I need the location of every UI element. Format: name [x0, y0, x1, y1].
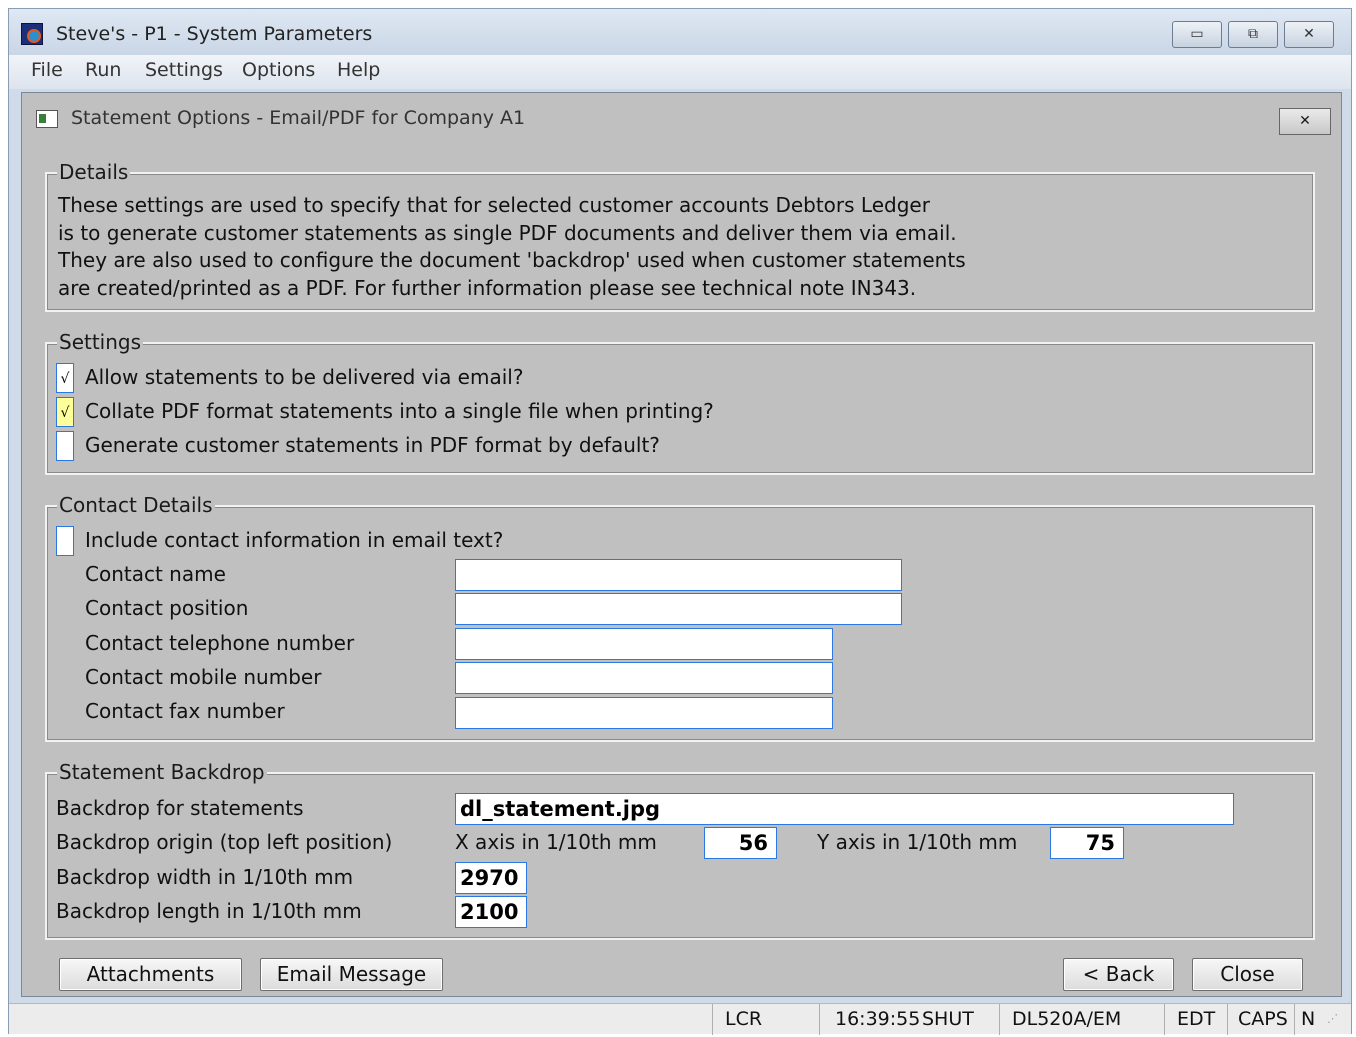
status-divider	[999, 1004, 1000, 1035]
form-icon	[36, 110, 58, 128]
settings-label: Settings	[57, 330, 144, 354]
x-axis-input[interactable]: 56	[704, 827, 777, 859]
include-contact-label: Include contact information in email tex…	[85, 528, 504, 552]
menu-help[interactable]: Help	[337, 59, 380, 81]
backdrop-width-input[interactable]: 2970	[455, 862, 527, 894]
application-window: Steve's - P1 - System Parameters ▭ ⧉ ✕ F…	[8, 8, 1352, 1035]
pdf-default-checkbox[interactable]	[56, 431, 74, 461]
details-line: They are also used to configure the docu…	[58, 248, 966, 272]
settings-group: Settings √ Allow statements to be delive…	[45, 330, 1315, 475]
contact-fax-input[interactable]	[455, 697, 833, 729]
dialog-title-bar: Statement Options - Email/PDF for Compan…	[22, 93, 1341, 143]
status-time: 16:39:55	[835, 1008, 921, 1030]
title-bar: Steve's - P1 - System Parameters ▭ ⧉ ✕	[9, 9, 1351, 55]
email-message-button[interactable]: Email Message	[260, 958, 443, 991]
details-group: Details These settings are used to speci…	[45, 160, 1315, 312]
contact-mobile-label: Contact mobile number	[85, 665, 322, 689]
allow-email-checkbox[interactable]: √	[56, 363, 74, 393]
contact-name-input[interactable]	[455, 559, 902, 591]
resize-grip-icon[interactable]: ⋰	[1327, 1004, 1338, 1035]
contact-fax-label: Contact fax number	[85, 699, 285, 723]
menu-run[interactable]: Run	[85, 59, 121, 81]
status-divider	[819, 1004, 820, 1035]
backdrop-width-label: Backdrop width in 1/10th mm	[56, 865, 354, 889]
details-line: is to generate customer statements as si…	[58, 220, 957, 245]
statement-backdrop-group: Statement Backdrop Backdrop for statemen…	[45, 760, 1315, 940]
pdf-default-label: Generate customer statements in PDF form…	[85, 433, 660, 457]
minimize-button[interactable]: ▭	[1172, 21, 1222, 48]
details-label: Details	[57, 160, 131, 184]
status-lcr: LCR	[725, 1008, 763, 1030]
contact-position-input[interactable]	[455, 593, 902, 625]
details-line: These settings are used to specify that …	[58, 193, 930, 217]
contact-mobile-input[interactable]	[455, 662, 833, 694]
backdrop-origin-label: Backdrop origin (top left position)	[56, 830, 393, 854]
contact-position-label: Contact position	[85, 596, 249, 620]
backdrop-length-input[interactable]: 2100	[455, 896, 527, 928]
app-icon	[21, 23, 43, 45]
status-program: DL520A/EM	[1012, 1008, 1122, 1030]
close-button[interactable]: Close	[1192, 958, 1303, 991]
status-divider	[1227, 1004, 1228, 1035]
backdrop-length-label: Backdrop length in 1/10th mm	[56, 899, 362, 923]
y-axis-input[interactable]: 75	[1050, 827, 1124, 859]
status-divider	[1294, 1004, 1295, 1035]
x-axis-label: X axis in 1/10th mm	[455, 830, 657, 854]
contact-telephone-label: Contact telephone number	[85, 631, 355, 655]
window-close-button[interactable]: ✕	[1284, 21, 1334, 48]
allow-email-label: Allow statements to be delivered via ema…	[85, 365, 524, 389]
contact-details-label: Contact Details	[57, 493, 215, 517]
contact-telephone-input[interactable]	[455, 628, 833, 660]
menu-bar: File Run Settings Options Help	[9, 55, 1351, 89]
menu-options[interactable]: Options	[242, 59, 315, 81]
include-contact-checkbox[interactable]	[56, 526, 74, 556]
window-title: Steve's - P1 - System Parameters	[56, 23, 373, 45]
contact-name-label: Contact name	[85, 562, 226, 586]
attachments-button[interactable]: Attachments	[59, 958, 242, 991]
dialog-title: Statement Options - Email/PDF for Compan…	[71, 107, 526, 129]
status-num: N	[1301, 1008, 1316, 1030]
backdrop-file-label: Backdrop for statements	[56, 796, 304, 820]
status-caps: CAPS	[1238, 1008, 1288, 1030]
statement-backdrop-label: Statement Backdrop	[57, 760, 267, 784]
collate-pdf-label: Collate PDF format statements into a sin…	[85, 399, 714, 423]
dialog-close-button[interactable]: ✕	[1279, 108, 1331, 135]
status-divider	[712, 1004, 713, 1035]
maximize-button[interactable]: ⧉	[1228, 21, 1278, 48]
status-bar: LCR 16:39:55 SHUT DL520A/EM EDT CAPS N ⋰	[9, 1003, 1351, 1035]
status-divider	[1164, 1004, 1165, 1035]
menu-file[interactable]: File	[31, 59, 63, 81]
contact-details-group: Contact Details Include contact informat…	[45, 493, 1315, 742]
backdrop-file-input[interactable]: dl_statement.jpg	[455, 793, 1234, 825]
menu-settings[interactable]: Settings	[145, 59, 223, 81]
y-axis-label: Y axis in 1/10th mm	[817, 830, 1018, 854]
details-text: These settings are used to specify that …	[58, 192, 966, 302]
details-line: are created/printed as a PDF. For furthe…	[58, 275, 917, 300]
status-shut: SHUT	[922, 1008, 974, 1030]
back-button[interactable]: < Back	[1063, 958, 1174, 991]
status-edt: EDT	[1177, 1008, 1216, 1030]
statement-options-dialog: Statement Options - Email/PDF for Compan…	[21, 92, 1342, 997]
collate-pdf-checkbox[interactable]: √	[56, 397, 74, 427]
